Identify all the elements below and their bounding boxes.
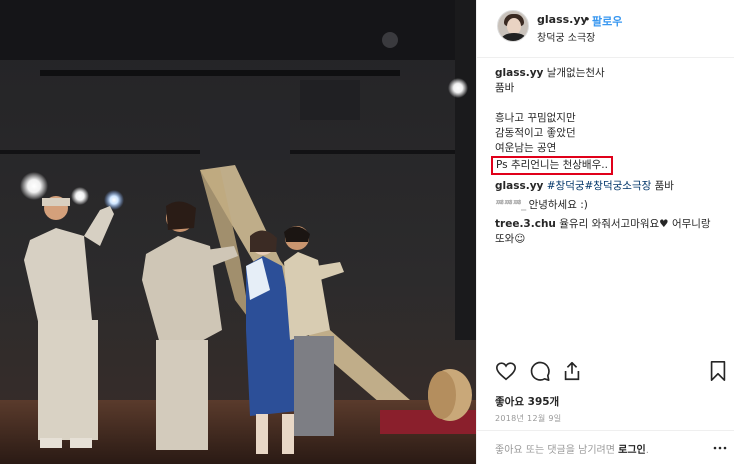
caption-line-5: 여운남는 공연 [495, 142, 557, 154]
post-date[interactable]: 2018년 12월 9일 [495, 413, 561, 424]
location-link[interactable]: 창덕궁 소극장 [537, 29, 595, 44]
stage-photo-illustration [0, 0, 476, 464]
comments-section: glass.yy 날개없는천사 품바 흥나고 꾸밈없지만 감동적이고 좋았던 여… [491, 66, 727, 247]
comment-3-continued: 또와☺ [495, 233, 526, 245]
bookmark-icon[interactable] [709, 360, 727, 382]
follow-button[interactable]: 팔로우 [592, 13, 622, 29]
comment-text: 품바 [654, 180, 674, 192]
comment-2: ꥸꥸꥸ_ 안녕하세요 :) [495, 198, 727, 213]
comment-text: 안녕하세요 :) [528, 199, 588, 211]
login-prompt-suffix: . [645, 445, 649, 456]
caption-text: 날개없는천사 [546, 67, 605, 79]
caption-line-4: 감동적이고 좋았던 [495, 127, 576, 139]
comment-text: 율유리 와줘서고마워요♥ 어무니랑 [559, 218, 711, 230]
username-link[interactable]: glass.yy [537, 13, 588, 26]
post-side-panel: glass.yy • 팔로우 창덕궁 소극장 glass.yy 날개없는천사 품… [476, 0, 734, 464]
highlighted-caption: Ps 추리언니는 천상배우.. [491, 156, 613, 175]
caption-highlight-line: Ps 추리언니는 천상배우.. [491, 156, 727, 175]
caption-username[interactable]: glass.yy [495, 67, 543, 79]
avatar[interactable] [497, 10, 529, 42]
comment-1: glass.yy #창덕궁#창덕궁소극장 품바 [495, 179, 727, 194]
comment-hashtags[interactable]: #창덕궁#창덕궁소극장 [547, 180, 652, 192]
comment-footer: 좋아요 또는 댓글을 남기려면 로그인. [477, 430, 734, 464]
more-options-icon[interactable] [713, 441, 727, 455]
comment-username[interactable]: tree.3.chu [495, 218, 556, 230]
instagram-post: glass.yy • 팔로우 창덕궁 소극장 glass.yy 날개없는천사 품… [0, 0, 734, 464]
caption-line-1: glass.yy 날개없는천사 [495, 66, 727, 81]
caption-line-3: 흥나고 꾸밈없지만 [495, 112, 576, 124]
post-photo[interactable] [0, 0, 476, 464]
login-prompt: 좋아요 또는 댓글을 남기려면 로그인. [495, 441, 649, 456]
comment-icon[interactable] [529, 360, 551, 382]
heart-icon[interactable] [495, 360, 517, 382]
caption-line-2: 품바 [495, 82, 515, 94]
action-bar [495, 360, 727, 384]
post-header: glass.yy • 팔로우 창덕궁 소극장 [477, 0, 734, 58]
comment-username-blurred[interactable]: ꥸꥸꥸ_ [495, 199, 526, 211]
login-link[interactable]: 로그인 [618, 445, 646, 456]
comment-username[interactable]: glass.yy [495, 180, 543, 192]
login-prompt-text: 좋아요 또는 댓글을 남기려면 [495, 445, 619, 456]
comment-3: tree.3.chu 율유리 와줘서고마워요♥ 어무니랑 [495, 217, 727, 232]
like-count[interactable]: 좋아요 395개 [495, 394, 559, 409]
share-icon[interactable] [561, 360, 583, 382]
separator-dot: • [584, 13, 591, 26]
